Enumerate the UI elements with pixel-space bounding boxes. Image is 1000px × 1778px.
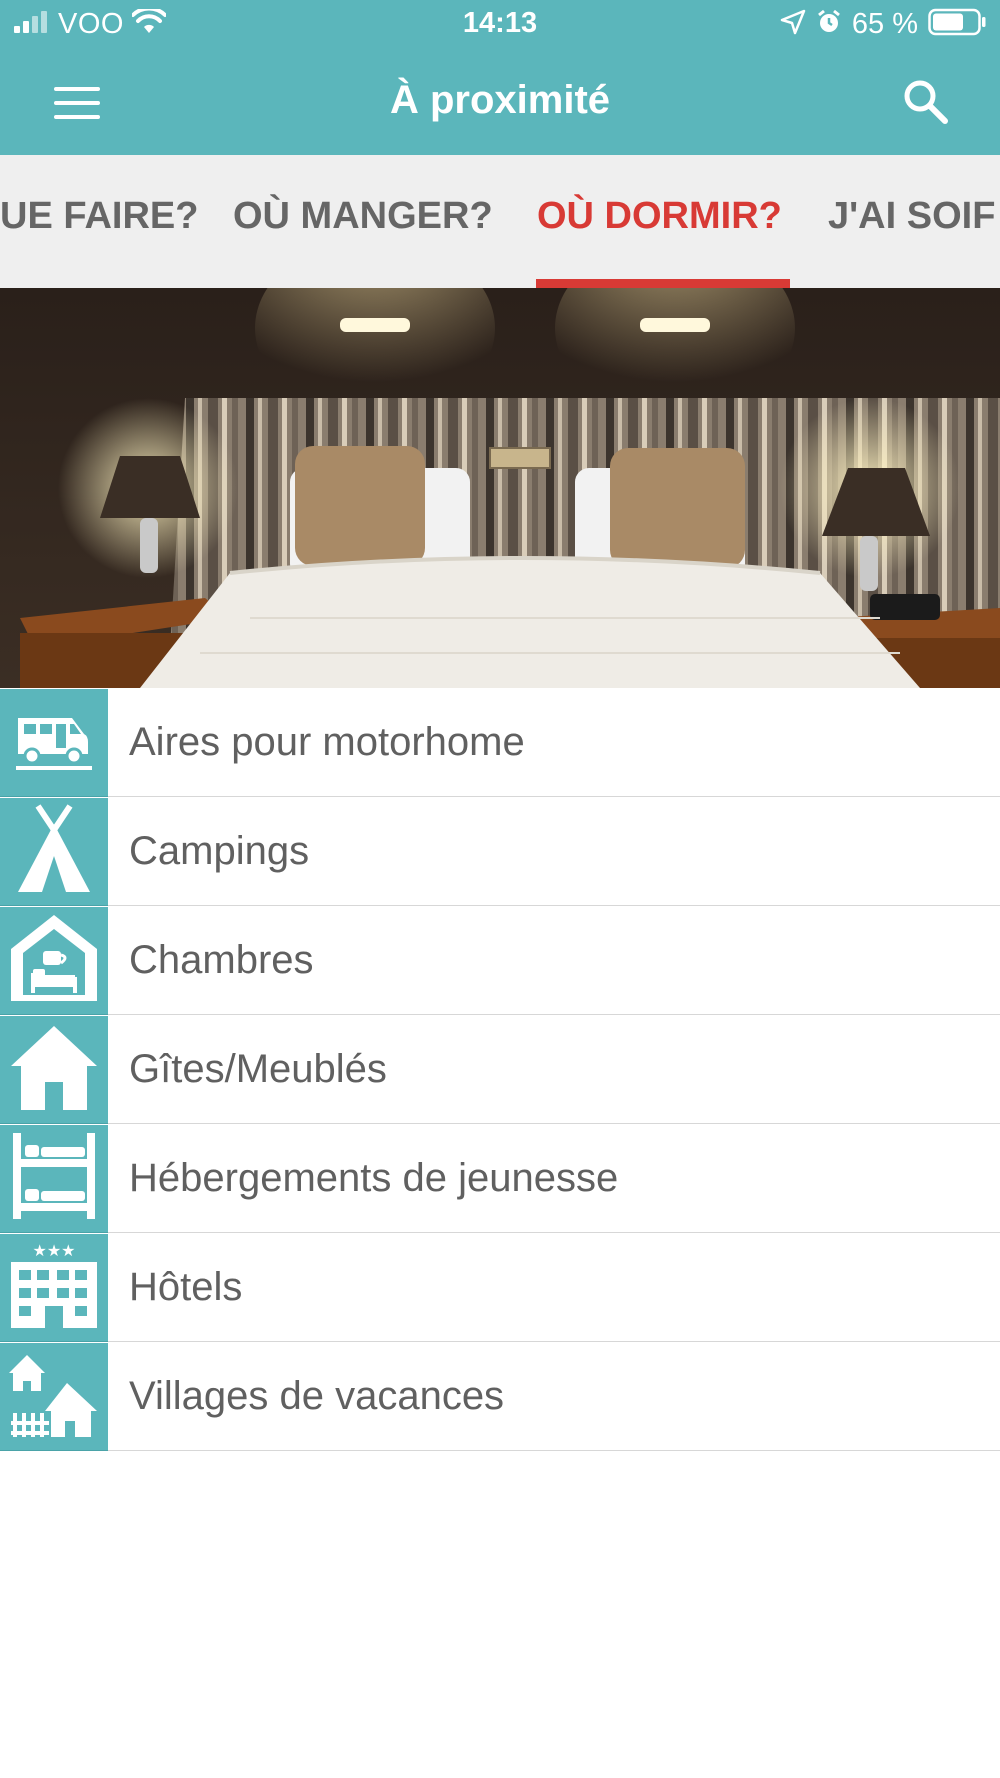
page-title: À proximité <box>389 78 611 122</box>
category-tabs: UE FAIRE? OÙ MANGER? OÙ DORMIR? J'AI SOI… <box>0 155 1000 288</box>
list-item-icon-box <box>0 1015 108 1124</box>
svg-text:★★★: ★★★ <box>32 1241 75 1260</box>
app-bar: À proximité <box>0 50 1000 155</box>
list-item-icon-box <box>0 1124 108 1233</box>
status-right: 65 % <box>780 8 986 41</box>
list-item-label: Hôtels <box>108 1233 1000 1342</box>
guest-room-icon <box>9 913 99 1008</box>
list-item-icon-box <box>0 688 108 797</box>
status-bar: VOO 14:13 65 % <box>0 0 1000 50</box>
accommodation-list: Aires pour motorhome Campings Chambres G… <box>0 688 1000 1451</box>
alarm-icon <box>816 9 842 40</box>
list-item-chambres[interactable]: Chambres <box>0 906 1000 1015</box>
holiday-village-icon <box>9 1349 99 1444</box>
list-item-label: Hébergements de jeunesse <box>108 1124 1000 1233</box>
battery-percentage: 65 % <box>851 8 918 40</box>
list-item-campings[interactable]: Campings <box>0 797 1000 906</box>
list-item-gites[interactable]: Gîtes/Meublés <box>0 1015 1000 1124</box>
motorhome-icon <box>14 708 94 777</box>
list-item-label: Aires pour motorhome <box>108 688 1000 797</box>
list-item-icon-box <box>0 1342 108 1451</box>
list-item-label: Chambres <box>108 906 1000 1015</box>
tab-jai-soif[interactable]: J'AI SOIF <box>828 195 995 238</box>
list-item-icon-box: ★★★ <box>0 1233 108 1342</box>
active-tab-indicator <box>536 279 790 288</box>
list-item-icon-box <box>0 797 108 906</box>
list-item-label: Campings <box>108 797 1000 906</box>
tab-ou-manger[interactable]: OÙ MANGER? <box>233 195 493 238</box>
list-item-label: Gîtes/Meublés <box>108 1015 1000 1124</box>
list-item-label: Villages de vacances <box>108 1342 1000 1451</box>
battery-icon <box>928 8 986 41</box>
list-item-icon-box <box>0 906 108 1015</box>
location-arrow-icon <box>780 9 806 40</box>
house-icon <box>9 1022 99 1117</box>
tent-icon <box>14 803 94 899</box>
list-item-villages-vacances[interactable]: Villages de vacances <box>0 1342 1000 1451</box>
list-item-hebergements-jeunesse[interactable]: Hébergements de jeunesse <box>0 1124 1000 1233</box>
tab-que-faire[interactable]: UE FAIRE? <box>0 195 198 238</box>
search-button[interactable] <box>898 74 954 130</box>
menu-button[interactable] <box>44 80 110 128</box>
list-item-hotels[interactable]: ★★★ Hôtels <box>0 1233 1000 1342</box>
header: VOO 14:13 65 % À proximité <box>0 0 1000 155</box>
hotel-icon: ★★★ <box>9 1240 99 1335</box>
bunk-bed-icon <box>11 1131 97 1226</box>
tab-ou-dormir[interactable]: OÙ DORMIR? <box>537 195 782 238</box>
list-item-motorhome[interactable]: Aires pour motorhome <box>0 688 1000 797</box>
hero-image <box>0 288 1000 688</box>
